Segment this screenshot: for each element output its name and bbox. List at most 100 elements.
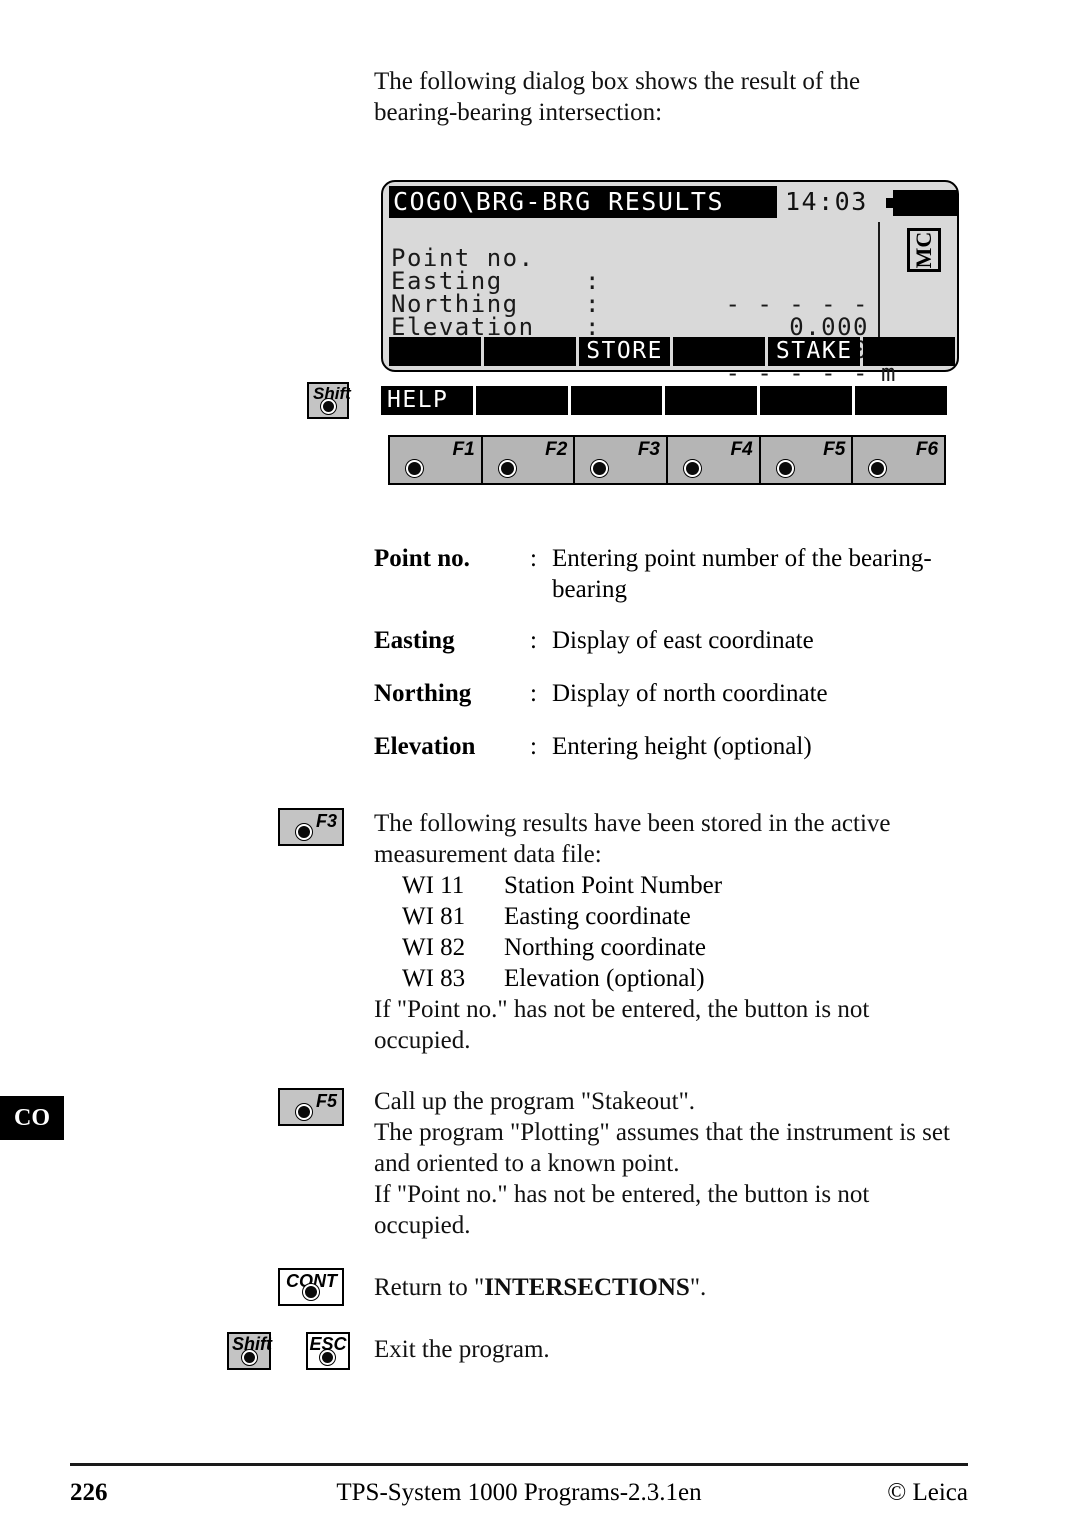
lcd-vertical-divider [878,222,880,344]
lcd-row-northing: Northing : 0.000 m [389,270,895,385]
function-key-f2-dot[interactable] [498,460,516,477]
wi-row: WI 82 Northing coordinate [374,932,934,963]
shift-key[interactable]: Shift [307,382,351,419]
mc-badge-label: MC [911,231,936,269]
definition-desc-northing: Display of north coordinate [552,680,828,707]
wi-row: WI 83 Elevation (optional) [374,963,934,994]
f3-key-dot[interactable] [296,824,312,840]
function-key-f5-dot[interactable] [776,460,794,477]
definition-term-elevation: Elevation [374,733,476,760]
lcd-row-point-no: Point no. : - - - - - [389,224,868,316]
lcd-screen-area: COGO\BRG-BRG RESULTS 14:03 Point no. : -… [389,186,958,385]
shift-softkey-f1-help[interactable]: HELP [381,386,473,415]
definition-row-point-no: Point no. : Entering point number of the… [374,543,974,605]
wi-code: WI 81 [402,903,466,930]
lcd-title-bar: COGO\BRG-BRG RESULTS [389,186,777,218]
f3-key[interactable]: F3 [278,808,344,846]
lcd-row-elevation: Elevation : - - - - - [389,293,868,385]
definition-row-elevation: Elevation : Entering height (optional) [374,731,974,762]
wi-desc: Elevation (optional) [504,965,705,992]
function-key-f2-label: F2 [545,439,568,460]
cont-text-suffix: ". [689,1274,707,1301]
shift-softkey-f6[interactable] [855,386,947,415]
function-key-f5-label: F5 [823,439,846,460]
function-key-f1-label: F1 [452,439,475,460]
esc-key[interactable]: ESC [306,1332,350,1370]
footer-copyright: © Leica [887,1479,968,1506]
definition-desc-elevation: Entering height (optional) [552,733,812,760]
esc-key-dot[interactable] [320,1350,335,1365]
f5-line3: If "Point no." has not be entered, the b… [374,1181,870,1239]
shift-softkey-f4[interactable] [665,386,758,415]
battery-full-icon [886,190,958,216]
lcd-display: COGO\BRG-BRG RESULTS 14:03 Point no. : -… [381,180,959,385]
cont-description: Return to "INTERSECTIONS". [374,1272,934,1303]
shift-key-bottom-dot[interactable] [242,1350,257,1365]
softkey-f2[interactable] [483,337,576,366]
softkey-f5-stake[interactable]: STAKE [768,337,861,366]
wi-code-list: WI 11 Station Point Number WI 81 Easting… [374,870,934,994]
side-tab-co: CO [0,1096,64,1140]
f5-key-label: F5 [315,1091,337,1111]
wi-desc: Station Point Number [504,872,723,899]
shift-softkey-f3[interactable] [570,386,663,415]
intro-paragraph: The following dialog box shows the resul… [374,68,861,126]
shift-softkey-f5[interactable] [760,386,853,415]
definition-desc-easting: Display of east coordinate [552,627,814,654]
f5-line2: The program "Plotting" assumes that the … [374,1119,950,1177]
cont-text-bold: INTERSECTIONS [484,1274,690,1301]
f5-key[interactable]: F5 [278,1088,344,1126]
function-key-f2[interactable]: F2 [482,437,576,483]
definition-colon-point-no: : [530,545,537,572]
softkey-f6[interactable] [863,337,955,366]
lcd-label-elevation: Elevation [391,313,535,341]
wi-row: WI 81 Easting coordinate [374,901,934,932]
definition-desc-point-no: Entering point number of the bearing-bea… [552,545,932,603]
function-key-f1[interactable]: F1 [390,437,483,483]
definition-colon-elevation: : [530,733,537,760]
softkey-f1[interactable] [389,337,481,366]
lcd-row-easting: Easting : 0.000 m [389,247,895,362]
footer-divider [70,1463,968,1466]
function-key-f3-dot[interactable] [591,460,609,477]
softkey-f4[interactable] [673,337,766,366]
function-key-f1-dot[interactable] [406,460,423,477]
cont-key[interactable]: CONT [278,1268,344,1306]
shift-softkey-row: HELP [381,386,947,415]
shift-softkey-f2[interactable] [475,386,568,415]
cont-key-dot[interactable] [303,1284,319,1300]
definition-colon-northing: : [530,680,537,707]
wi-row: WI 11 Station Point Number [374,870,934,901]
definition-row-northing: Northing : Display of north coordinate [374,678,974,709]
function-key-f6-dot[interactable] [869,460,887,477]
wi-desc: Northing coordinate [504,934,707,961]
f5-key-dot[interactable] [296,1104,312,1120]
function-key-f4[interactable]: F4 [668,437,761,483]
definition-row-easting: Easting : Display of east coordinate [374,625,974,656]
wi-code: WI 82 [402,934,466,961]
lcd-softkey-row: STORE STAKE [389,337,955,366]
function-key-f5[interactable]: F5 [760,437,854,483]
wi-code: WI 83 [402,965,466,992]
function-key-f3-label: F3 [637,439,661,460]
softkey-f3-store[interactable]: STORE [578,337,671,366]
definition-colon-easting: : [530,627,537,654]
cont-text-prefix: Return to " [374,1274,485,1301]
function-key-f4-dot[interactable] [684,460,702,477]
shift-key-dot[interactable] [321,399,336,414]
field-definition-list: Point no. : Entering point number of the… [374,543,974,782]
f5-line1: Call up the program "Stakeout". [374,1088,696,1115]
function-key-f6[interactable]: F6 [853,437,945,483]
definition-term-point-no: Point no. [374,545,470,572]
function-key-f4-label: F4 [730,439,753,460]
wi-desc: Easting coordinate [504,903,691,930]
function-key-f6-label: F6 [915,439,939,460]
f3-key-label: F3 [315,811,337,831]
f3-note-text: If "Point no." has not be entered, the b… [374,996,870,1054]
definition-term-easting: Easting [374,627,455,654]
esc-description: Exit the program. [374,1336,550,1363]
function-key-bar: F1 F2 F3 F4 F5 F6 [388,435,946,485]
lcd-clock: 14:03 [785,187,868,216]
function-key-f3[interactable]: F3 [575,437,669,483]
shift-key-bottom[interactable]: Shift [227,1332,272,1370]
